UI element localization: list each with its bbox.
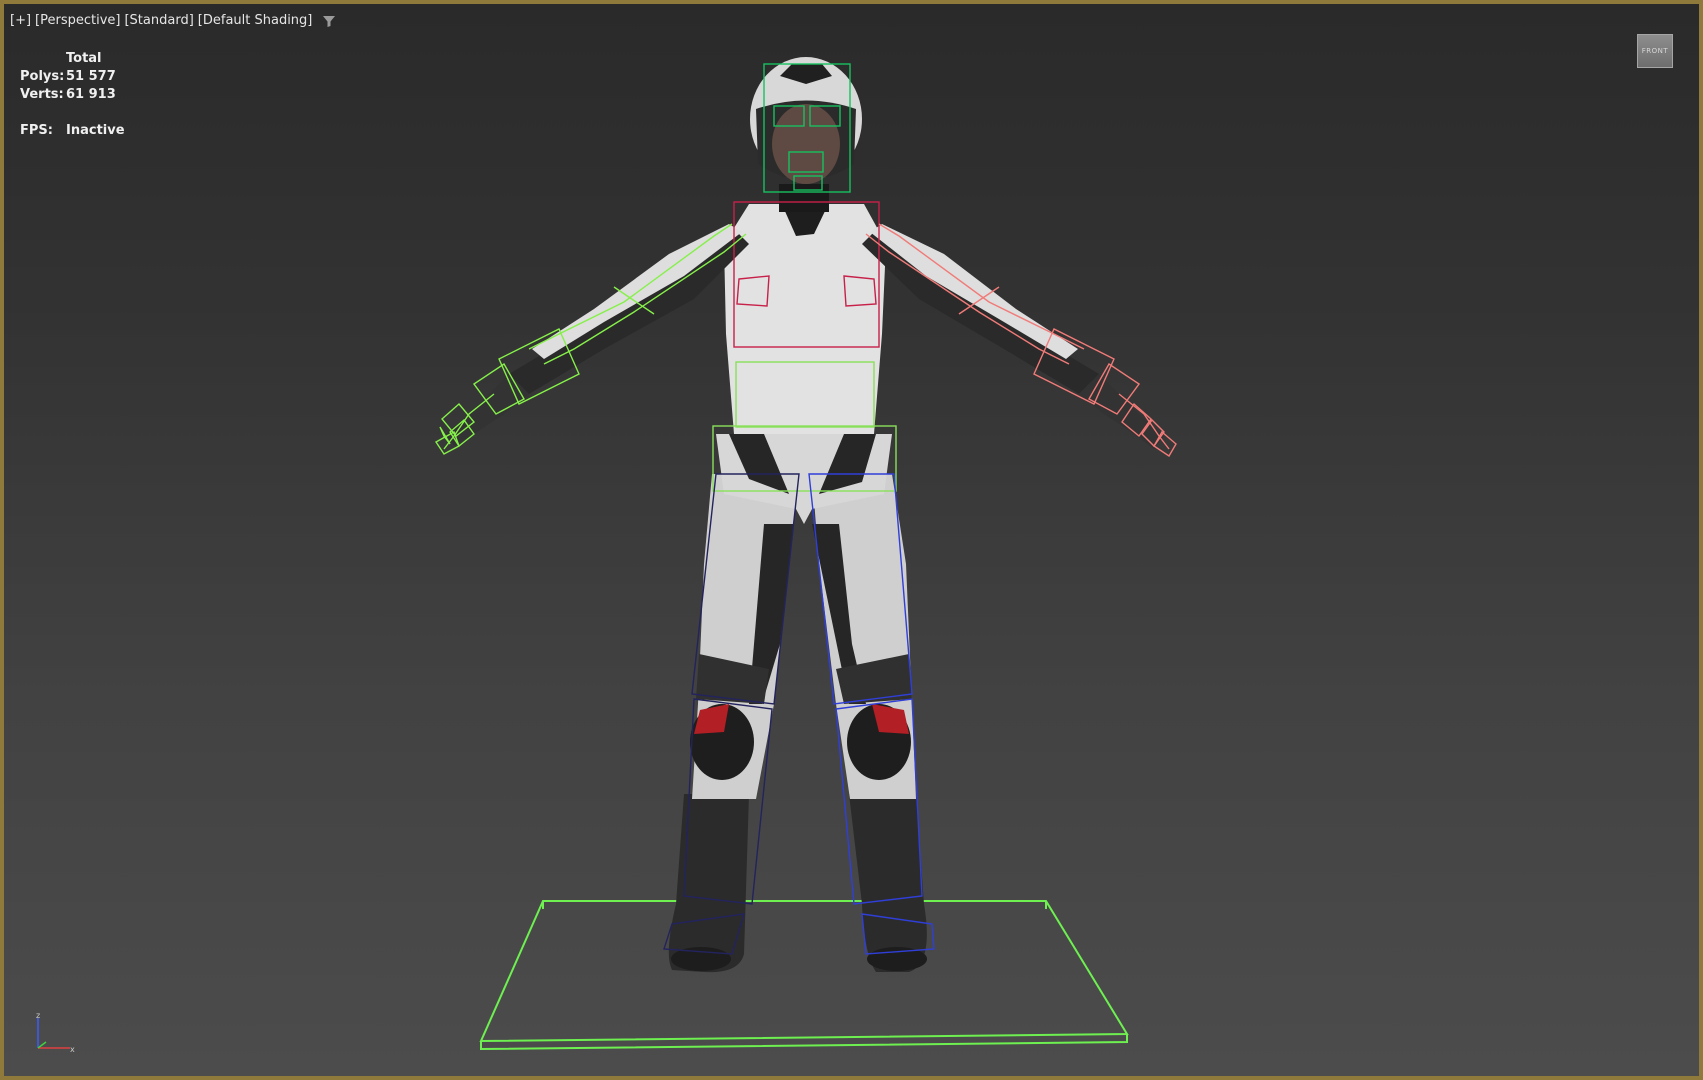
verts-label: Verts:	[20, 87, 64, 102]
ground-bounding-box[interactable]	[479, 900, 1129, 1051]
scene-canvas[interactable]	[4, 4, 1703, 1080]
fps-value: Inactive	[66, 123, 125, 138]
verts-value: 61 913	[66, 87, 116, 102]
y-axis-line	[37, 1041, 47, 1049]
verts-row: Verts: 61 913	[20, 86, 125, 104]
viewport-view-menu[interactable]: [Perspective]	[35, 13, 120, 28]
statistics-overlay: Total Polys: 51 577 Verts: 61 913 FPS: I…	[20, 50, 125, 140]
fps-row: FPS: Inactive	[20, 122, 125, 140]
viewport-shading-menu[interactable]: [Default Shading]	[198, 13, 313, 28]
character-mesh[interactable]	[446, 57, 1164, 973]
polys-label: Polys:	[20, 69, 65, 84]
perspective-viewport[interactable]: [+] [Perspective] [Standard] [Default Sh…	[0, 0, 1703, 1080]
z-axis-label: z	[36, 1012, 40, 1020]
viewport-label-menu[interactable]: [+] [Perspective] [Standard] [Default Sh…	[10, 13, 336, 28]
stats-header: Total	[66, 51, 102, 66]
viewport-mode-menu[interactable]: [Standard]	[124, 13, 193, 28]
stats-spacer	[20, 104, 125, 122]
funnel-icon[interactable]	[322, 14, 336, 28]
viewport-plus-menu[interactable]: [+]	[10, 13, 31, 28]
polys-value: 51 577	[66, 69, 116, 84]
polys-row: Polys: 51 577	[20, 68, 125, 86]
fps-label: FPS:	[20, 123, 53, 138]
viewcube[interactable]: FRONT	[1637, 34, 1673, 68]
axis-gizmo: z x	[36, 1012, 75, 1054]
x-axis-label: x	[70, 1045, 75, 1054]
